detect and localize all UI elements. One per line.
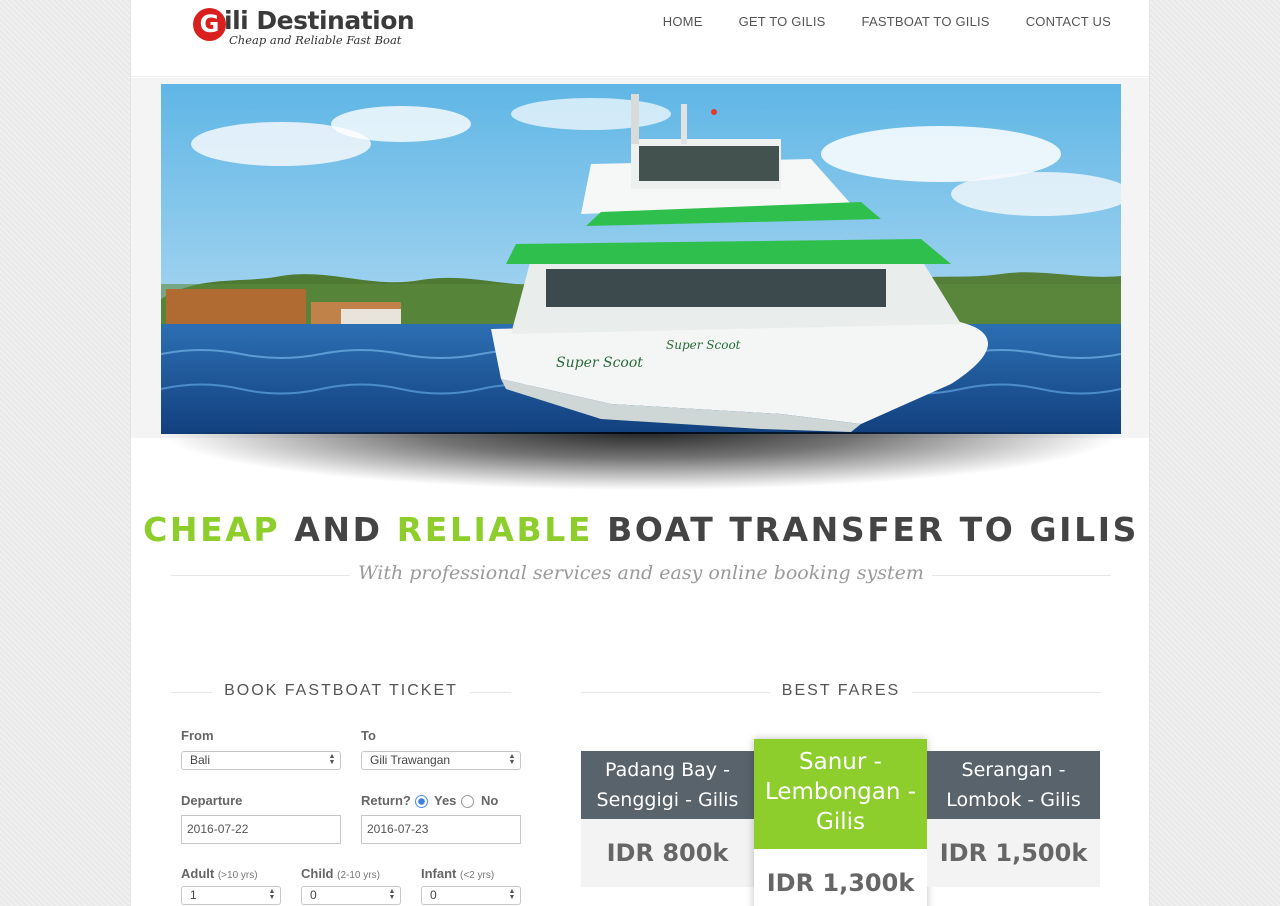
logo-g-icon: G — [193, 8, 226, 41]
booking-form: From To Bali ▲ ▼ Gili Trawangan ▲ ▼ Depart… — [181, 728, 531, 906]
hero-boat-name-2: Super Scoot — [666, 338, 741, 352]
adult-select-value: 1 — [190, 888, 197, 902]
infant-select[interactable]: 0 ▲ ▼ — [421, 886, 521, 905]
departure-date-input[interactable]: 2016-07-22 — [181, 815, 341, 844]
nav-home[interactable]: HOME — [663, 14, 703, 29]
fare-card-serangan[interactable]: Serangan - Lombok - Gilis IDR 1,500k — [927, 751, 1100, 906]
from-select-value: Bali — [190, 753, 211, 767]
site-header: G ili Destination Cheap and Reliable Fas… — [131, 0, 1149, 77]
fare-route-line: Lembongan - — [764, 779, 917, 805]
fare-card-sanur[interactable]: Sanur - Lembongan - Gilis IDR 1,300k — [754, 739, 927, 906]
infant-label: Infant (<2 yrs) — [421, 866, 494, 881]
fare-route: Serangan - Lombok - Gilis — [927, 751, 1100, 819]
headline-rest: BOAT TRANSFER TO GILIS — [593, 510, 1139, 549]
booking-title: BOOK FASTBOAT TICKET — [212, 682, 470, 699]
select-arrows-icon: ▲ ▼ — [508, 753, 516, 766]
adult-hint: (>10 yrs) — [217, 870, 258, 881]
fare-price: IDR 1,500k — [927, 819, 1100, 887]
select-arrows-icon: ▲ ▼ — [508, 888, 516, 901]
to-select[interactable]: Gili Trawangan ▲ ▼ — [361, 751, 521, 770]
fare-route: Padang Bay - Senggigi - Gilis — [581, 751, 754, 819]
headline-cheap: CHEAP — [143, 510, 281, 549]
hero-boat-name-1: Super Scoot — [556, 355, 643, 371]
page-container: G ili Destination Cheap and Reliable Fas… — [130, 0, 1150, 906]
headline-reliable: RELIABLE — [396, 510, 594, 549]
headline-subtitle: With professional services and easy onli… — [350, 562, 932, 584]
child-select[interactable]: 0 ▲ ▼ — [301, 886, 401, 905]
site-logo[interactable]: G ili Destination Cheap and Reliable Fas… — [193, 6, 433, 52]
nav-contact-us[interactable]: CONTACT US — [990, 14, 1111, 29]
page-headline: CHEAP AND RELIABLE BOAT TRANSFER TO GILI… — [131, 510, 1149, 549]
fare-route-line: Senggigi - Gilis — [596, 789, 739, 811]
adult-label: Adult (>10 yrs) — [181, 866, 258, 881]
child-select-value: 0 — [310, 888, 317, 902]
fare-price: IDR 1,300k — [754, 849, 927, 906]
headline-and: AND — [280, 510, 397, 549]
infant-select-value: 0 — [430, 888, 437, 902]
return-yes-radio[interactable] — [415, 795, 428, 808]
fare-route-line: Gilis — [816, 809, 865, 835]
hero-boat-illustration: Super Scoot Super Scoot — [161, 84, 1121, 434]
return-yes-label: Yes — [434, 793, 457, 808]
select-arrows-icon: ▲ ▼ — [328, 753, 336, 766]
hero-image: Super Scoot Super Scoot — [161, 84, 1121, 434]
infant-label-text: Infant — [421, 866, 457, 881]
headline-subtitle-wrap: With professional services and easy onli… — [171, 562, 1111, 590]
return-date-input[interactable]: 2016-07-23 — [361, 815, 521, 844]
fares-title: BEST FARES — [769, 682, 913, 699]
nav-fastboat-to-gilis[interactable]: FASTBOAT TO GILIS — [826, 14, 990, 29]
infant-hint: (<2 yrs) — [460, 870, 495, 881]
fare-route-line: Sanur - — [799, 749, 882, 775]
select-arrows-icon: ▲ ▼ — [388, 888, 396, 901]
nav-get-to-gilis[interactable]: GET TO GILIS — [703, 14, 826, 29]
return-label: Return? — [361, 793, 411, 808]
logo-tagline: Cheap and Reliable Fast Boat — [229, 33, 402, 47]
child-hint: (2-10 yrs) — [337, 870, 380, 881]
booking-section-title: BOOK FASTBOAT TICKET — [171, 682, 511, 702]
return-no-radio[interactable] — [461, 795, 474, 808]
fare-price: IDR 800k — [581, 819, 754, 887]
fare-route-line: Padang Bay - — [605, 759, 730, 781]
fares-section-title: BEST FARES — [581, 682, 1101, 702]
adult-label-text: Adult — [181, 866, 215, 881]
hero-shadow — [161, 432, 1121, 490]
fare-route-line: Serangan - — [961, 759, 1066, 781]
child-label: Child (2-10 yrs) — [301, 866, 380, 881]
fare-route: Sanur - Lembongan - Gilis — [754, 739, 927, 849]
main-nav: HOME GET TO GILIS FASTBOAT TO GILIS CONT… — [663, 14, 1111, 29]
select-arrows-icon: ▲ ▼ — [268, 888, 276, 901]
adult-select[interactable]: 1 ▲ ▼ — [181, 886, 281, 905]
return-no-label: No — [481, 793, 499, 808]
child-label-text: Child — [301, 866, 334, 881]
departure-label: Departure — [181, 793, 243, 808]
from-label: From — [181, 728, 214, 743]
fare-card-padang-bay[interactable]: Padang Bay - Senggigi - Gilis IDR 800k — [581, 751, 754, 906]
logo-title: ili Destination — [224, 6, 415, 35]
to-label: To — [361, 728, 376, 743]
from-select[interactable]: Bali ▲ ▼ — [181, 751, 341, 770]
to-select-value: Gili Trawangan — [370, 753, 451, 767]
fare-route-line: Lombok - Gilis — [946, 789, 1081, 811]
